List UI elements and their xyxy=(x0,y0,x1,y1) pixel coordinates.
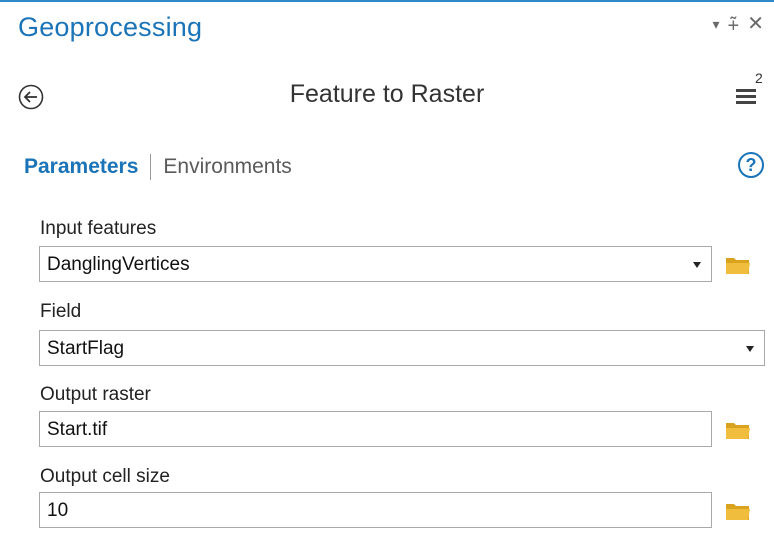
output-cell-size-value: 10 xyxy=(47,500,69,521)
folder-icon xyxy=(726,504,750,520)
menu-badge: 2 xyxy=(755,70,763,86)
browse-output-raster-button[interactable] xyxy=(725,420,751,440)
tab-parameters[interactable]: Parameters xyxy=(24,155,138,179)
output-raster-input[interactable]: Start.tif xyxy=(39,411,712,447)
tool-tabs: Parameters Environments xyxy=(24,154,292,180)
pane-title: Geoprocessing xyxy=(18,12,203,42)
output-raster-label: Output raster xyxy=(40,384,151,405)
field-value: StartFlag xyxy=(47,338,125,359)
browse-output-cell-size-button[interactable] xyxy=(725,501,751,521)
folder-icon xyxy=(726,423,750,439)
pane-controls: ▾ ⨤ ✕ xyxy=(713,12,764,36)
chevron-down-icon[interactable] xyxy=(746,346,754,352)
output-cell-size-label: Output cell size xyxy=(40,466,170,487)
field-label: Field xyxy=(40,301,82,322)
folder-icon xyxy=(726,258,750,274)
browse-input-features-button[interactable] xyxy=(725,255,751,275)
input-features-dropdown[interactable]: DanglingVertices xyxy=(39,246,712,282)
tab-divider xyxy=(150,154,152,180)
help-icon[interactable]: ? xyxy=(738,152,764,178)
tool-title: Feature to Raster xyxy=(289,80,485,108)
output-cell-size-input[interactable]: 10 xyxy=(39,492,712,528)
pin-icon[interactable]: ⨤ xyxy=(728,12,740,36)
field-dropdown[interactable]: StartFlag xyxy=(39,330,765,366)
tab-environments[interactable]: Environments xyxy=(163,155,291,179)
pane-options-dropdown-icon[interactable]: ▾ xyxy=(713,12,720,36)
chevron-down-icon[interactable] xyxy=(693,262,701,268)
close-icon[interactable]: ✕ xyxy=(747,12,764,36)
tool-menu-button[interactable]: 2 xyxy=(734,70,766,110)
output-raster-value: Start.tif xyxy=(47,419,108,440)
input-features-label: Input features xyxy=(40,218,157,239)
pane-top-border xyxy=(0,0,774,2)
input-features-value: DanglingVertices xyxy=(47,254,190,275)
